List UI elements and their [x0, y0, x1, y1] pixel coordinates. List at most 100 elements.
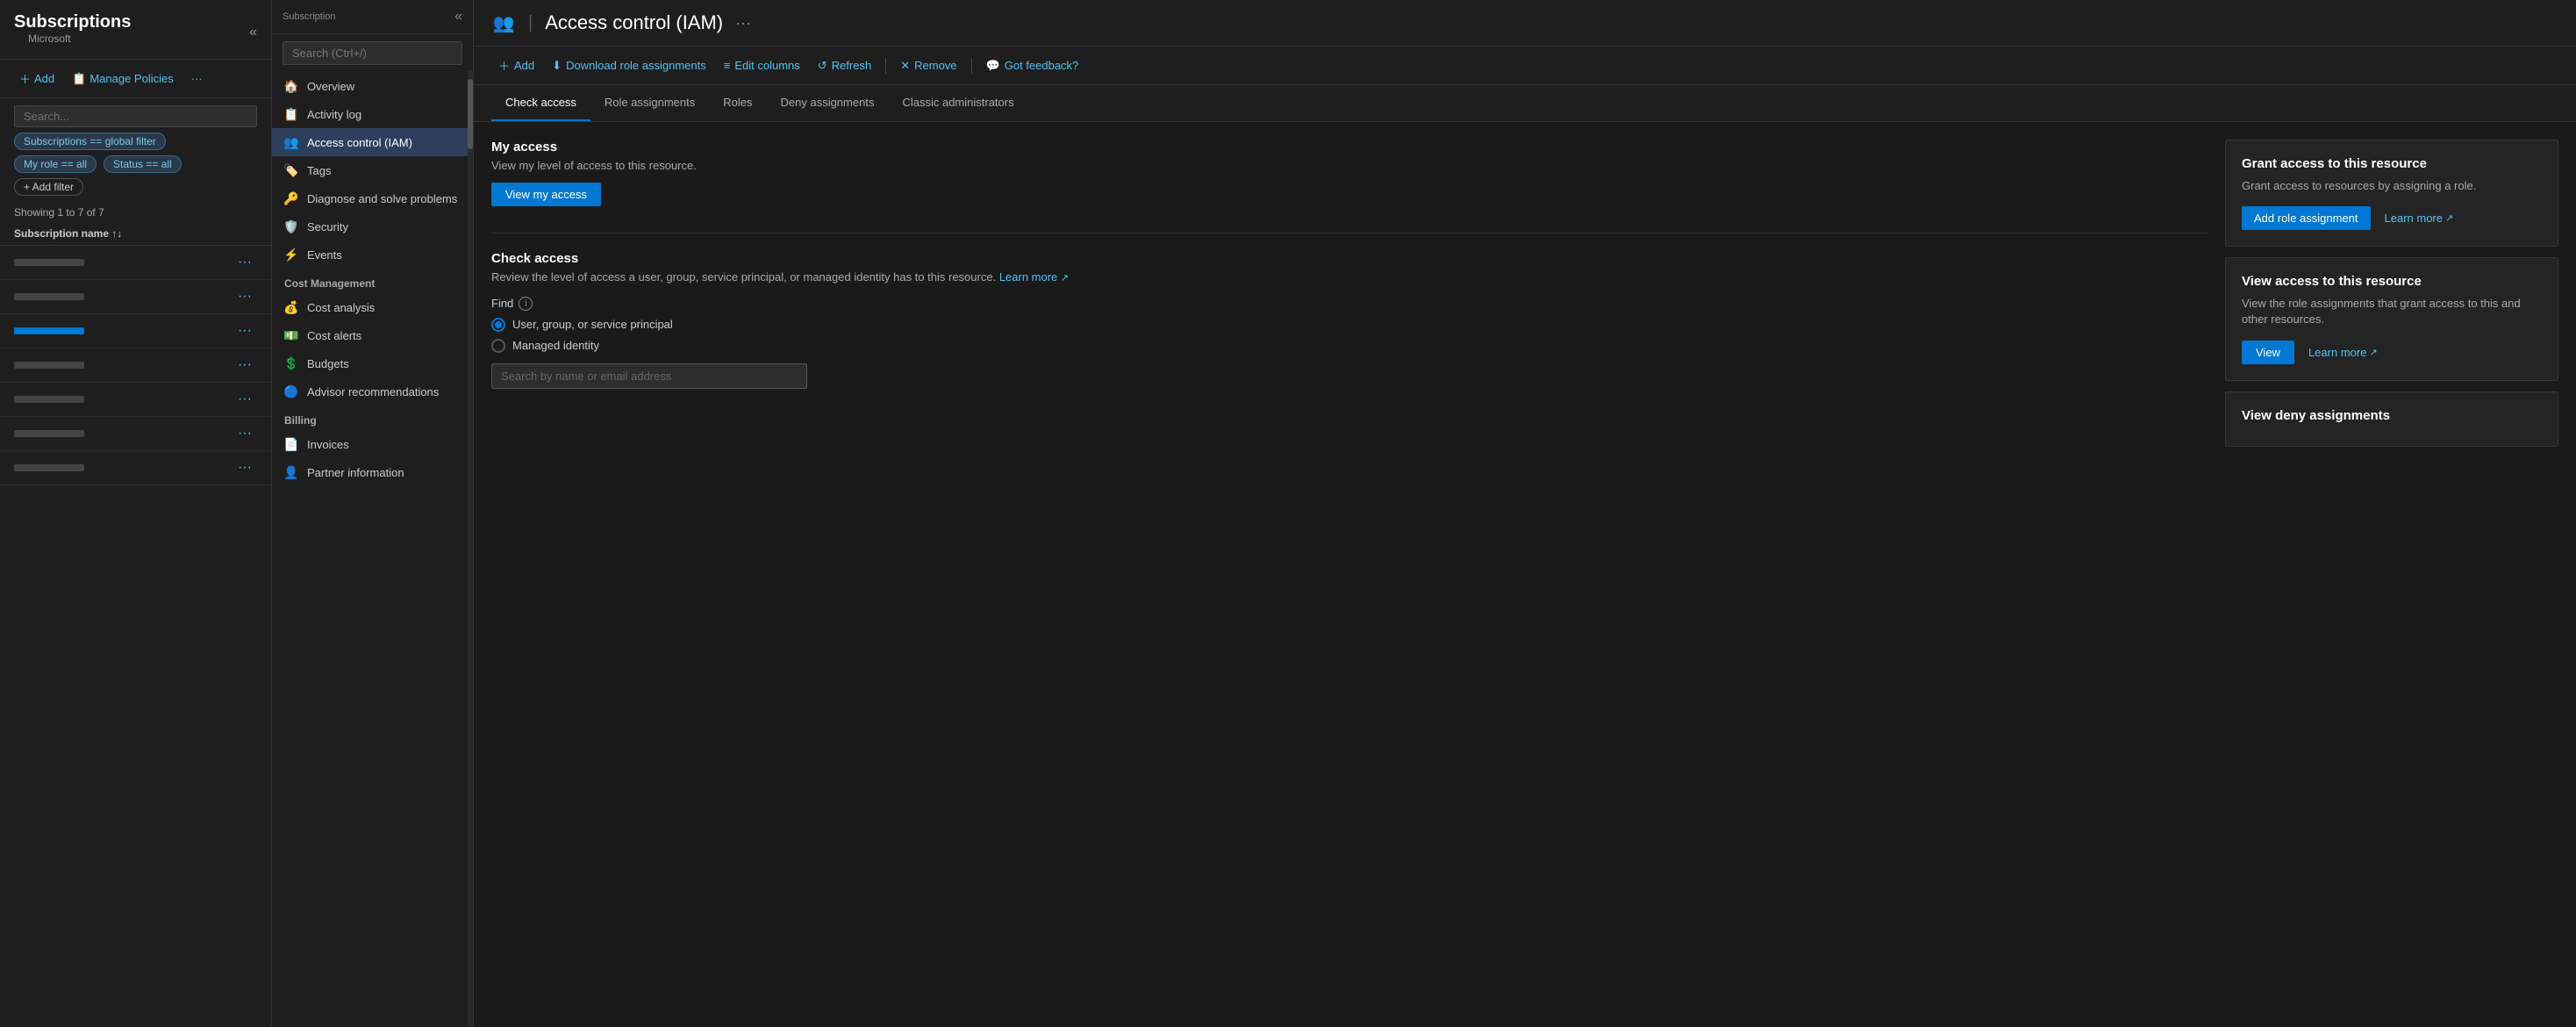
- radio-managed-identity[interactable]: Managed identity: [491, 339, 2207, 353]
- iam-header-icon: 👥: [491, 11, 516, 35]
- check-access-block: Check access Review the level of access …: [491, 251, 2207, 388]
- middle-scrollbar: [468, 70, 473, 1027]
- add-role-assignment-button[interactable]: Add role assignment: [2242, 206, 2371, 230]
- table-row[interactable]: ···: [0, 280, 271, 314]
- add-filter-button[interactable]: + Add filter: [14, 178, 83, 196]
- sidebar-title: Subscriptions: [14, 12, 131, 32]
- remove-icon: ✕: [900, 59, 910, 73]
- left-sidebar-header: Subscriptions Microsoft «: [0, 0, 271, 59]
- sidebar-item-events[interactable]: ⚡ Events: [272, 241, 473, 269]
- main-tabs: Check access Role assignments Roles Deny…: [474, 85, 2576, 122]
- row-more-button[interactable]: ···: [233, 458, 257, 478]
- subscription-bar: [14, 430, 84, 437]
- toolbar-refresh-button[interactable]: ↺ Refresh: [811, 55, 878, 76]
- subscription-bar: [14, 464, 84, 471]
- table-row[interactable]: ···: [0, 417, 271, 451]
- view-access-button[interactable]: View: [2242, 341, 2294, 364]
- header-more-button[interactable]: ···: [735, 14, 751, 32]
- main-body: My access View my level of access to thi…: [474, 122, 2576, 1027]
- check-access-learn-more-link[interactable]: Learn more: [999, 270, 1057, 284]
- toolbar-feedback-button[interactable]: 💬 Got feedback?: [979, 55, 1086, 76]
- right-panel: Grant access to this resource Grant acce…: [2225, 140, 2558, 1009]
- table-row[interactable]: ···: [0, 383, 271, 417]
- tab-classic-admins[interactable]: Classic administrators: [888, 85, 1027, 121]
- view-access-card: View access to this resource View the ro…: [2225, 257, 2558, 380]
- subscription-bar: [14, 362, 84, 369]
- grant-access-description: Grant access to resources by assigning a…: [2242, 178, 2542, 194]
- sidebar-item-overview[interactable]: 🏠 Overview: [272, 72, 473, 100]
- view-access-footer: View Learn more ↗: [2242, 341, 2542, 364]
- check-access-search-input[interactable]: [491, 363, 807, 389]
- left-toolbar: ＋ Add 📋 Manage Policies ···: [0, 59, 271, 97]
- toolbar-remove-button[interactable]: ✕ Remove: [893, 55, 963, 76]
- toolbar-edit-columns-button[interactable]: ≡ Edit columns: [717, 55, 807, 75]
- left-sidebar: Subscriptions Microsoft « ＋ Add 📋 Manage…: [0, 0, 272, 1027]
- cost-alerts-icon: 💵: [284, 328, 298, 342]
- sidebar-item-advisor[interactable]: 🔵 Advisor recommendations: [272, 377, 473, 406]
- row-more-button[interactable]: ···: [233, 424, 257, 443]
- sidebar-item-access-control[interactable]: 👥 Access control (IAM): [272, 128, 473, 156]
- sidebar-item-cost-alerts[interactable]: 💵 Cost alerts: [272, 321, 473, 349]
- grant-access-learn-more-link[interactable]: Learn more ↗: [2385, 212, 2454, 225]
- sidebar-item-budgets[interactable]: 💲 Budgets: [272, 349, 473, 377]
- table-row[interactable]: ···: [0, 246, 271, 280]
- tab-check-access[interactable]: Check access: [491, 85, 590, 121]
- table-row[interactable]: ···: [0, 451, 271, 485]
- collapse-sidebar-button[interactable]: «: [249, 25, 257, 40]
- radio-user-group[interactable]: User, group, or service principal: [491, 318, 2207, 332]
- middle-sidebar: Subscription « 🏠 Overview 📋 Activity log…: [272, 0, 474, 1027]
- sidebar-item-diagnose[interactable]: 🔑 Diagnose and solve problems: [272, 184, 473, 212]
- tab-role-assignments[interactable]: Role assignments: [590, 85, 709, 121]
- add-button[interactable]: ＋ Add: [14, 67, 60, 90]
- find-row: Find i: [491, 297, 2207, 311]
- budgets-icon: 💲: [284, 356, 298, 370]
- radio-circle-selected: [491, 318, 505, 332]
- row-more-button[interactable]: ···: [233, 253, 257, 272]
- collapse-middle-button[interactable]: «: [454, 9, 462, 25]
- view-access-learn-more-link[interactable]: Learn more ↗: [2308, 346, 2378, 359]
- sidebar-item-invoices[interactable]: 📄 Invoices: [272, 430, 473, 458]
- sidebar-item-tags[interactable]: 🏷️ Tags: [272, 156, 473, 184]
- grant-access-title: Grant access to this resource: [2242, 156, 2542, 171]
- main-header: 👥 | Access control (IAM) ···: [474, 0, 2576, 47]
- my-role-chip[interactable]: My role == all: [14, 155, 97, 173]
- sidebar-item-security[interactable]: 🛡️ Security: [272, 212, 473, 241]
- sidebar-item-partner[interactable]: 👤 Partner information: [272, 458, 473, 486]
- view-deny-card: View deny assignments: [2225, 391, 2558, 447]
- sidebar-item-cost-analysis[interactable]: 💰 Cost analysis: [272, 293, 473, 321]
- more-options-button[interactable]: ···: [186, 68, 208, 89]
- my-access-title: My access: [491, 140, 2207, 154]
- tab-roles[interactable]: Roles: [709, 85, 766, 121]
- filter-chips-row2: My role == all Status == all: [14, 155, 257, 173]
- subscription-bar: [14, 293, 84, 300]
- my-access-block: My access View my level of access to thi…: [491, 140, 2207, 206]
- view-access-title: View access to this resource: [2242, 274, 2542, 289]
- check-access-title: Check access: [491, 251, 2207, 266]
- table-row[interactable]: ···: [0, 348, 271, 383]
- manage-policies-button[interactable]: 📋 Manage Policies: [67, 68, 179, 90]
- global-filter-chip[interactable]: Subscriptions == global filter: [14, 133, 166, 150]
- sidebar-item-activity-log[interactable]: 📋 Activity log: [272, 100, 473, 128]
- view-my-access-button[interactable]: View my access: [491, 183, 601, 206]
- sidebar-subtitle: Microsoft: [14, 32, 131, 52]
- tab-deny-assignments[interactable]: Deny assignments: [767, 85, 889, 121]
- row-more-button[interactable]: ···: [233, 390, 257, 409]
- events-icon: ⚡: [284, 248, 298, 262]
- columns-icon: ≡: [724, 59, 731, 72]
- radio-circle-unselected: [491, 339, 505, 353]
- subscription-search-input[interactable]: [14, 105, 257, 127]
- toolbar-add-button[interactable]: ＋ Add: [491, 54, 541, 77]
- subscription-table-header[interactable]: Subscription name ↑↓: [0, 222, 271, 246]
- status-chip[interactable]: Status == all: [104, 155, 182, 173]
- row-more-button[interactable]: ···: [233, 321, 257, 341]
- table-row[interactable]: ···: [0, 314, 271, 348]
- resource-search-input[interactable]: [283, 41, 462, 65]
- toolbar-download-button[interactable]: ⬇ Download role assignments: [545, 55, 713, 76]
- row-more-button[interactable]: ···: [233, 287, 257, 306]
- scrollbar-thumb[interactable]: [468, 79, 473, 149]
- middle-search: [272, 34, 473, 72]
- filter-section: Subscriptions == global filter My role =…: [0, 98, 271, 203]
- find-info-icon[interactable]: i: [519, 297, 533, 311]
- row-more-button[interactable]: ···: [233, 356, 257, 375]
- filter-chips: Subscriptions == global filter: [14, 133, 257, 150]
